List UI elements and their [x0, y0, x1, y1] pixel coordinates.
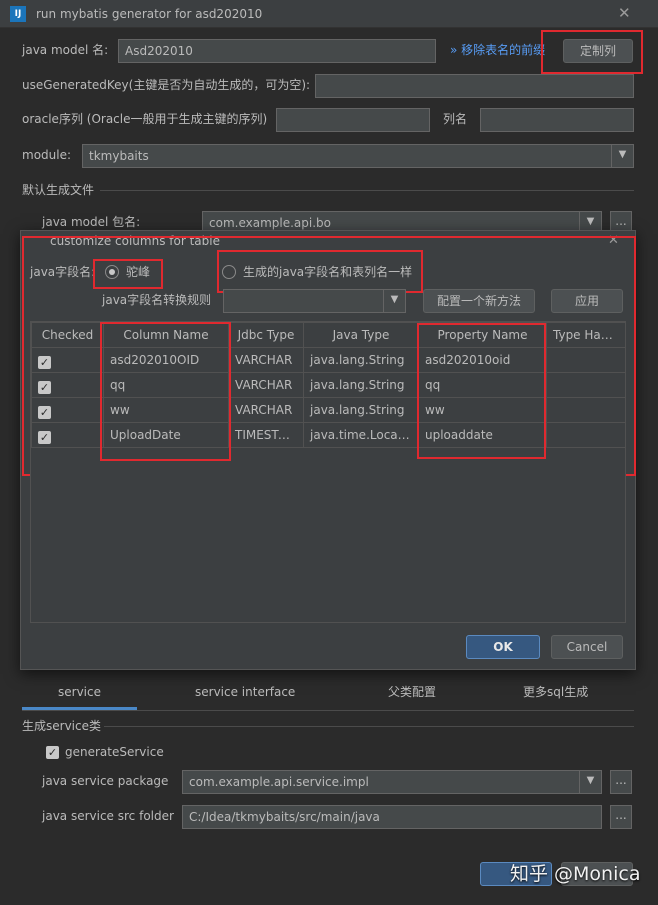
tabs-divider — [22, 710, 634, 711]
highlight-property-name — [417, 323, 546, 459]
rule-label: java字段名转换规则 — [102, 293, 212, 307]
service-src-input[interactable]: C:/Idea/tkmybaits/src/main/java — [182, 805, 602, 829]
oracle-seq-label: oracle序列 (Oracle一般用于生成主键的序列) — [22, 112, 268, 126]
tab-service[interactable]: service — [58, 682, 101, 702]
highlight-camel — [93, 259, 163, 289]
highlight-column-name — [100, 322, 231, 461]
watermark: 知乎 @Monica — [510, 863, 641, 885]
browse-button[interactable]: ... — [610, 805, 632, 829]
tab-service-interface[interactable]: service interface — [195, 682, 295, 702]
column-name-input[interactable] — [480, 108, 634, 132]
generate-service-label: generateService — [65, 745, 164, 759]
field-name-label: java字段名: — [30, 265, 96, 279]
type-handler-cell[interactable] — [546, 372, 626, 398]
model-name-input[interactable]: Asd202010 — [118, 39, 436, 63]
module-label: module: — [22, 148, 72, 162]
highlight-custom-columns — [541, 30, 643, 74]
java-model-package-label: java model 包名: — [42, 215, 141, 229]
jdbc-type-cell[interactable]: VARCHAR — [228, 347, 304, 373]
tab-more-sql[interactable]: 更多sql生成 — [523, 682, 588, 702]
header-java-type[interactable]: Java Type — [303, 322, 419, 348]
jdbc-type-cell[interactable]: VARCHAR — [228, 372, 304, 398]
java-model-package-value: com.example.api.bo — [209, 216, 331, 230]
use-generated-key-input[interactable] — [315, 74, 634, 98]
generate-service-checkbox[interactable]: ✓ — [46, 746, 59, 759]
title-bar: IJ run mybatis generator for asd202010 ✕ — [0, 0, 658, 28]
rule-combo[interactable]: ▼ — [223, 289, 406, 313]
row-checkbox[interactable]: ✓ — [38, 381, 51, 394]
chevron-down-icon: ▼ — [383, 290, 405, 312]
service-src-label: java service src folder — [42, 809, 174, 823]
java-type-cell[interactable]: java.time.LocalDat... — [303, 422, 419, 448]
service-package-label: java service package — [42, 774, 169, 788]
service-package-combo[interactable]: com.example.api.service.impl ▼ — [182, 770, 602, 794]
tab-parent-config[interactable]: 父类配置 — [388, 682, 436, 702]
chevron-down-icon: ▼ — [611, 145, 633, 167]
type-handler-cell[interactable] — [546, 422, 626, 448]
section-divider — [100, 190, 634, 191]
cancel-button[interactable]: Cancel — [551, 635, 623, 659]
module-combo[interactable]: tkmybaits ▼ — [82, 144, 634, 168]
remove-prefix-link[interactable]: » 移除表名的前缀 — [450, 40, 545, 60]
service-package-value: com.example.api.service.impl — [189, 775, 369, 789]
checked-cell[interactable]: ✓ — [31, 372, 104, 398]
window-title: run mybatis generator for asd202010 — [36, 7, 263, 21]
service-section-divider — [104, 726, 634, 727]
java-type-cell[interactable]: java.lang.String — [303, 397, 419, 423]
java-type-cell[interactable]: java.lang.String — [303, 347, 419, 373]
highlight-same-name — [217, 250, 423, 293]
jdbc-type-cell[interactable]: TIMESTA... — [228, 422, 304, 448]
use-generated-key-label: useGeneratedKey(主键是否为自动生成的，可为空): — [22, 78, 311, 92]
header-type-handler[interactable]: Type Handl... — [546, 322, 626, 348]
ok-button[interactable]: OK — [466, 635, 540, 659]
chevron-down-icon: ▼ — [579, 771, 601, 793]
config-method-button[interactable]: 配置一个新方法 — [423, 289, 535, 313]
close-icon[interactable]: ✕ — [618, 3, 631, 23]
apply-button[interactable]: 应用 — [551, 289, 623, 313]
jdbc-type-cell[interactable]: VARCHAR — [228, 397, 304, 423]
checked-cell[interactable]: ✓ — [31, 422, 104, 448]
row-checkbox[interactable]: ✓ — [38, 431, 51, 444]
java-type-cell[interactable]: java.lang.String — [303, 372, 419, 398]
oracle-seq-input[interactable] — [276, 108, 430, 132]
header-checked[interactable]: Checked — [31, 322, 104, 348]
default-files-section: 默认生成文件 — [22, 183, 95, 197]
browse-button[interactable]: ... — [610, 770, 632, 794]
model-name-label: java model 名: — [22, 43, 109, 57]
app-icon: IJ — [10, 6, 26, 22]
row-checkbox[interactable]: ✓ — [38, 356, 51, 369]
row-checkbox[interactable]: ✓ — [38, 406, 51, 419]
module-value: tkmybaits — [89, 149, 149, 163]
type-handler-cell[interactable] — [546, 397, 626, 423]
type-handler-cell[interactable] — [546, 347, 626, 373]
column-name-label: 列名 — [443, 112, 468, 126]
header-jdbc-type[interactable]: Jdbc Type — [228, 322, 304, 348]
service-section-title: 生成service类 — [22, 719, 101, 733]
checked-cell[interactable]: ✓ — [31, 397, 104, 423]
checked-cell[interactable]: ✓ — [31, 347, 104, 373]
